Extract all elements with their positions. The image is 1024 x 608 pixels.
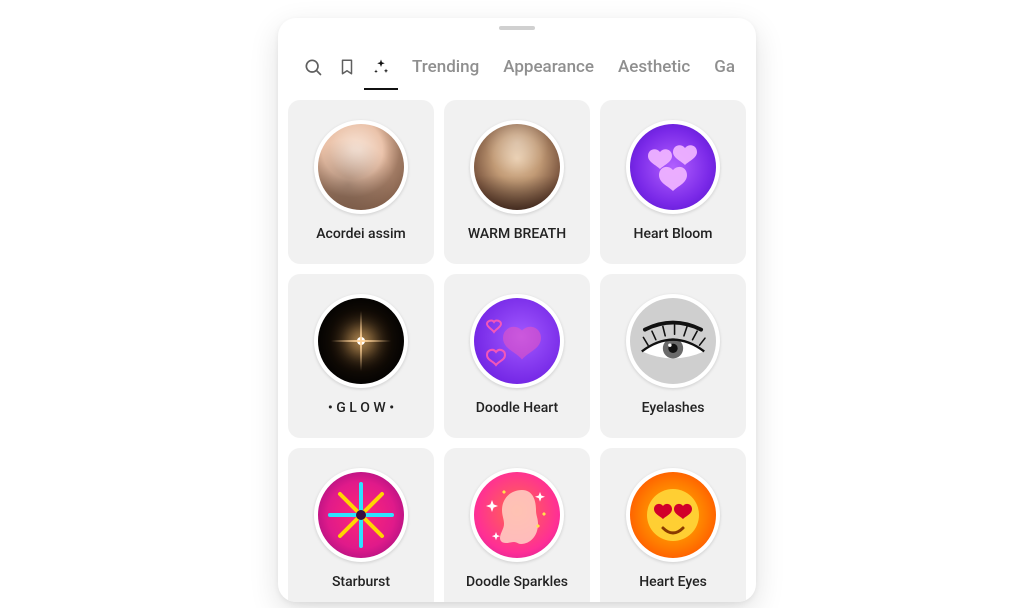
heart-eyes-emoji-icon: [630, 472, 716, 558]
effect-label: Heart Eyes: [639, 574, 707, 590]
effects-panel: Trending Appearance Aesthetic Ga Acordei…: [278, 18, 756, 602]
bookmark-icon[interactable]: [330, 50, 364, 84]
tab-aesthetic[interactable]: Aesthetic: [606, 50, 702, 84]
effect-tile-heart-eyes[interactable]: Heart Eyes: [600, 448, 746, 602]
sparkles-head-icon: [474, 472, 560, 558]
doodle-heart-icon: [474, 298, 560, 384]
effect-thumbnail-ring: [314, 120, 408, 214]
tab-appearance[interactable]: Appearance: [491, 50, 606, 84]
face-photo-icon: [318, 124, 404, 210]
effect-tile-doodle-heart[interactable]: Doodle Heart: [444, 274, 590, 438]
eyelash-icon: [630, 298, 716, 384]
starburst-icon: [318, 472, 404, 558]
effect-tile-glow[interactable]: • G L O W •: [288, 274, 434, 438]
effects-grid: Acordei assim WARM BREATH: [288, 100, 746, 602]
effect-label: Heart Bloom: [634, 226, 713, 242]
tab-partial[interactable]: Ga: [702, 50, 747, 84]
effect-thumbnail-ring: [314, 294, 408, 388]
effect-label: Doodle Sparkles: [466, 574, 568, 590]
effect-label: Starburst: [332, 574, 390, 590]
effect-tile-warm-breath[interactable]: WARM BREATH: [444, 100, 590, 264]
effect-tile-starburst[interactable]: Starburst: [288, 448, 434, 602]
effect-tile-heart-bloom[interactable]: Heart Bloom: [600, 100, 746, 264]
effect-tile-doodle-sparkles[interactable]: Doodle Sparkles: [444, 448, 590, 602]
effect-thumbnail-ring: [470, 468, 564, 562]
tab-trending[interactable]: Trending: [398, 50, 491, 84]
active-tab-underline: [364, 88, 398, 90]
effect-thumbnail-ring: [626, 468, 720, 562]
effect-label: • G L O W •: [328, 400, 394, 416]
search-icon[interactable]: [296, 50, 330, 84]
effect-thumbnail-ring: [470, 294, 564, 388]
effect-label: Eyelashes: [642, 400, 705, 416]
sparkles-icon[interactable]: [364, 50, 398, 84]
drag-handle[interactable]: [499, 26, 535, 30]
category-tabbar: Trending Appearance Aesthetic Ga: [278, 44, 756, 90]
effect-thumbnail-ring: [626, 294, 720, 388]
face-photo-icon: [474, 124, 560, 210]
effect-label: Doodle Heart: [476, 400, 558, 416]
effect-tile-acordei-assim[interactable]: Acordei assim: [288, 100, 434, 264]
effect-label: WARM BREATH: [468, 226, 566, 242]
effect-tile-eyelashes[interactable]: Eyelashes: [600, 274, 746, 438]
lens-flare-icon: [318, 298, 404, 384]
effect-thumbnail-ring: [626, 120, 720, 214]
effect-thumbnail-ring: [470, 120, 564, 214]
purple-hearts-icon: [630, 124, 716, 210]
effect-label: Acordei assim: [316, 226, 406, 242]
effect-thumbnail-ring: [314, 468, 408, 562]
